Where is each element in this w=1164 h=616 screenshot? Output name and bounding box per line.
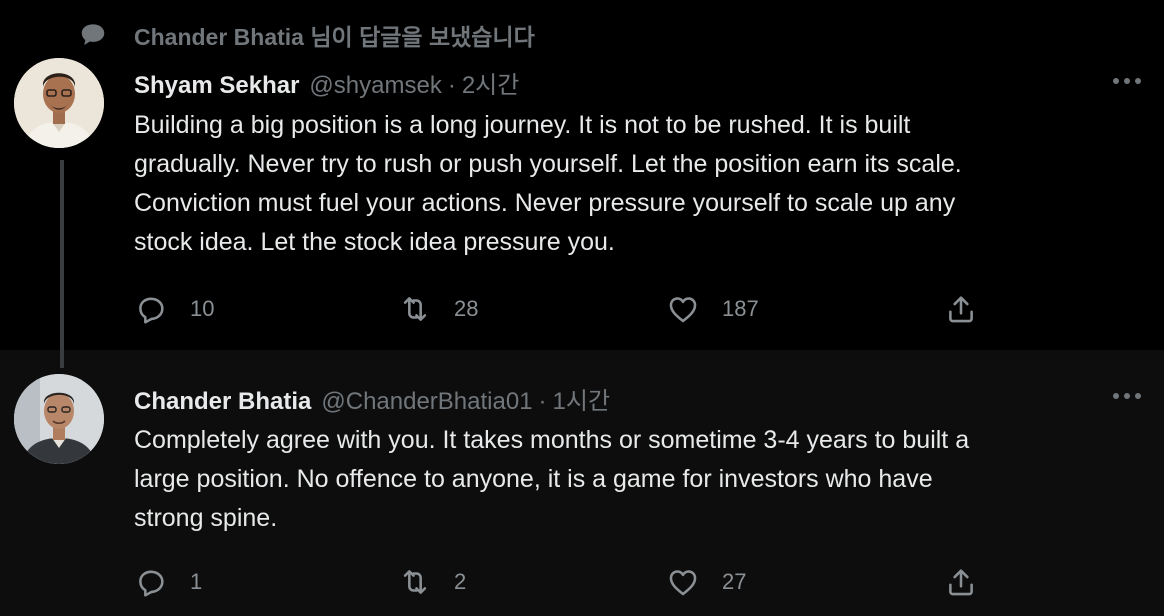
separator-dot: · [538, 388, 547, 415]
retweet-count: 2 [454, 569, 467, 594]
tweet-header: Shyam Sekhar @shyamsek · 2시간 [134, 65, 519, 100]
like-button[interactable]: 27 [666, 562, 746, 602]
more-options-icon[interactable] [1110, 390, 1144, 402]
reply-icon [139, 570, 164, 597]
like-count: 187 [722, 296, 759, 321]
social-context[interactable]: Chander Bhatia 님이 답글을 보냈습니다 [78, 19, 535, 51]
like-count: 27 [722, 569, 747, 594]
social-context-text: Chander Bhatia 님이 답글을 보냈습니다 [134, 24, 535, 50]
author-name[interactable]: Chander Bhatia [134, 388, 311, 416]
timestamp[interactable]: 1시간 [553, 381, 611, 416]
heart-icon [669, 570, 697, 596]
more-options-icon[interactable] [1110, 75, 1144, 87]
reply-button[interactable]: 1 [134, 562, 202, 602]
timestamp[interactable]: 2시간 [462, 65, 520, 100]
author-handle[interactable]: @ChanderBhatia01 [321, 388, 532, 416]
reply-count: 1 [190, 569, 203, 594]
share-icon [949, 296, 973, 323]
avatar-chander-bhatia[interactable] [14, 374, 104, 464]
avatar-shyam-sekhar[interactable] [14, 58, 104, 148]
author-handle[interactable]: @shyamsek [309, 72, 441, 100]
reply-count: 10 [190, 296, 215, 321]
like-button[interactable]: 187 [666, 289, 759, 329]
tweet-actions: 1 2 27 [134, 562, 1134, 602]
tweet-actions: 10 28 187 [134, 289, 1134, 329]
tweet-text: Building a big position is a long journe… [134, 111, 962, 256]
reply-icon [139, 297, 164, 324]
tweet-text: Completely agree with you. It takes mont… [134, 426, 970, 532]
retweet-icon [403, 297, 427, 321]
share-button[interactable] [944, 289, 978, 329]
retweet-button[interactable]: 2 [398, 562, 466, 602]
retweet-icon [403, 570, 427, 594]
separator-dot: · [447, 72, 456, 99]
retweet-count: 28 [454, 296, 479, 321]
share-button[interactable] [944, 562, 978, 602]
avatar-image [14, 374, 104, 464]
heart-icon [669, 297, 697, 323]
avatar-image [14, 58, 104, 148]
tweet-header: Chander Bhatia @ChanderBhatia01 · 1시간 [134, 381, 610, 416]
author-name[interactable]: Shyam Sekhar [134, 72, 299, 100]
retweet-button[interactable]: 28 [398, 289, 478, 329]
thread-connector-line [60, 160, 64, 368]
share-icon [949, 569, 973, 596]
reply-button[interactable]: 10 [134, 289, 214, 329]
speech-bubble-icon [81, 24, 105, 45]
